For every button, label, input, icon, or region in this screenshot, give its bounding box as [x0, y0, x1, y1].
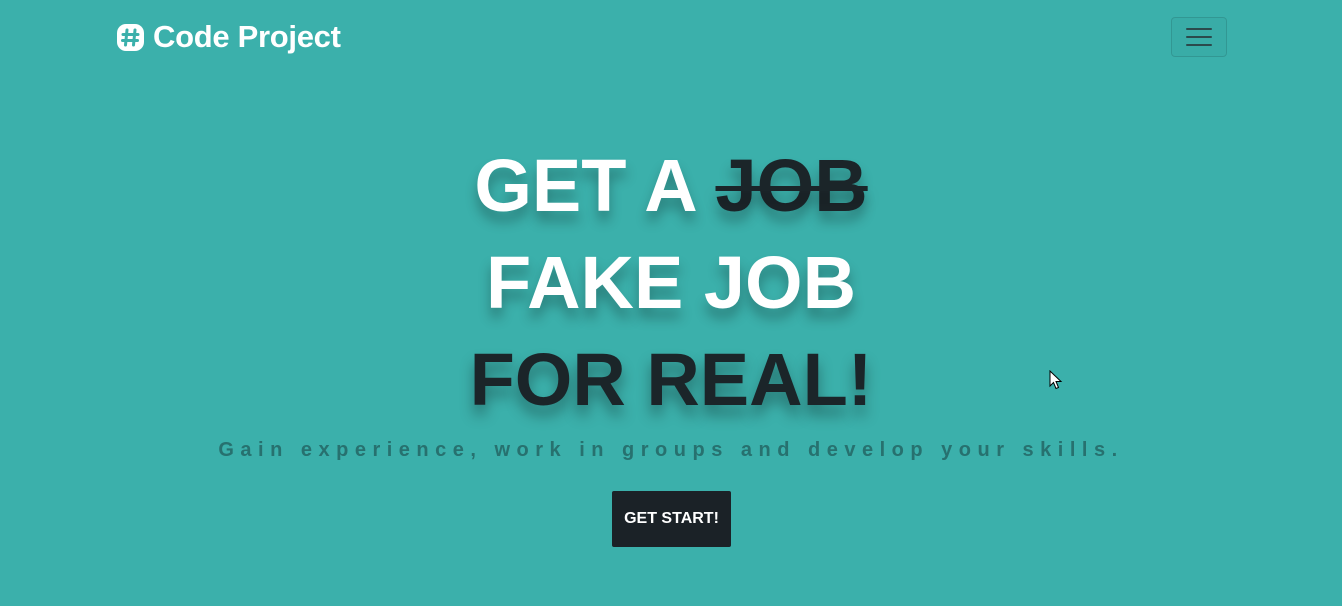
hero-headline-line-3: FOR REAL! — [469, 338, 873, 421]
hero-subtitle: Gain experience, work in groups and deve… — [218, 439, 1124, 461]
hero-headline-line-1: GET A JOB — [0, 146, 1342, 226]
hamburger-menu-icon-bar — [1186, 44, 1212, 46]
hamburger-menu-icon-bar — [1186, 36, 1212, 38]
hamburger-menu-icon — [1186, 28, 1212, 30]
get-start-button[interactable]: GET START! — [612, 491, 731, 547]
hash-icon — [116, 23, 145, 52]
brand-link[interactable]: Code Project — [116, 19, 341, 55]
hero-headline-line-2: FAKE JOB — [485, 241, 857, 324]
headline-strikethrough-word: JOB — [715, 144, 868, 227]
headline-prefix: GET A — [474, 144, 716, 227]
menu-toggle-button[interactable] — [1171, 17, 1227, 57]
brand-name: Code Project — [153, 19, 341, 54]
mouse-cursor-icon — [1049, 369, 1063, 390]
landing-page: Code Project GET A JOB FAKE JOB FOR REAL… — [0, 0, 1342, 606]
